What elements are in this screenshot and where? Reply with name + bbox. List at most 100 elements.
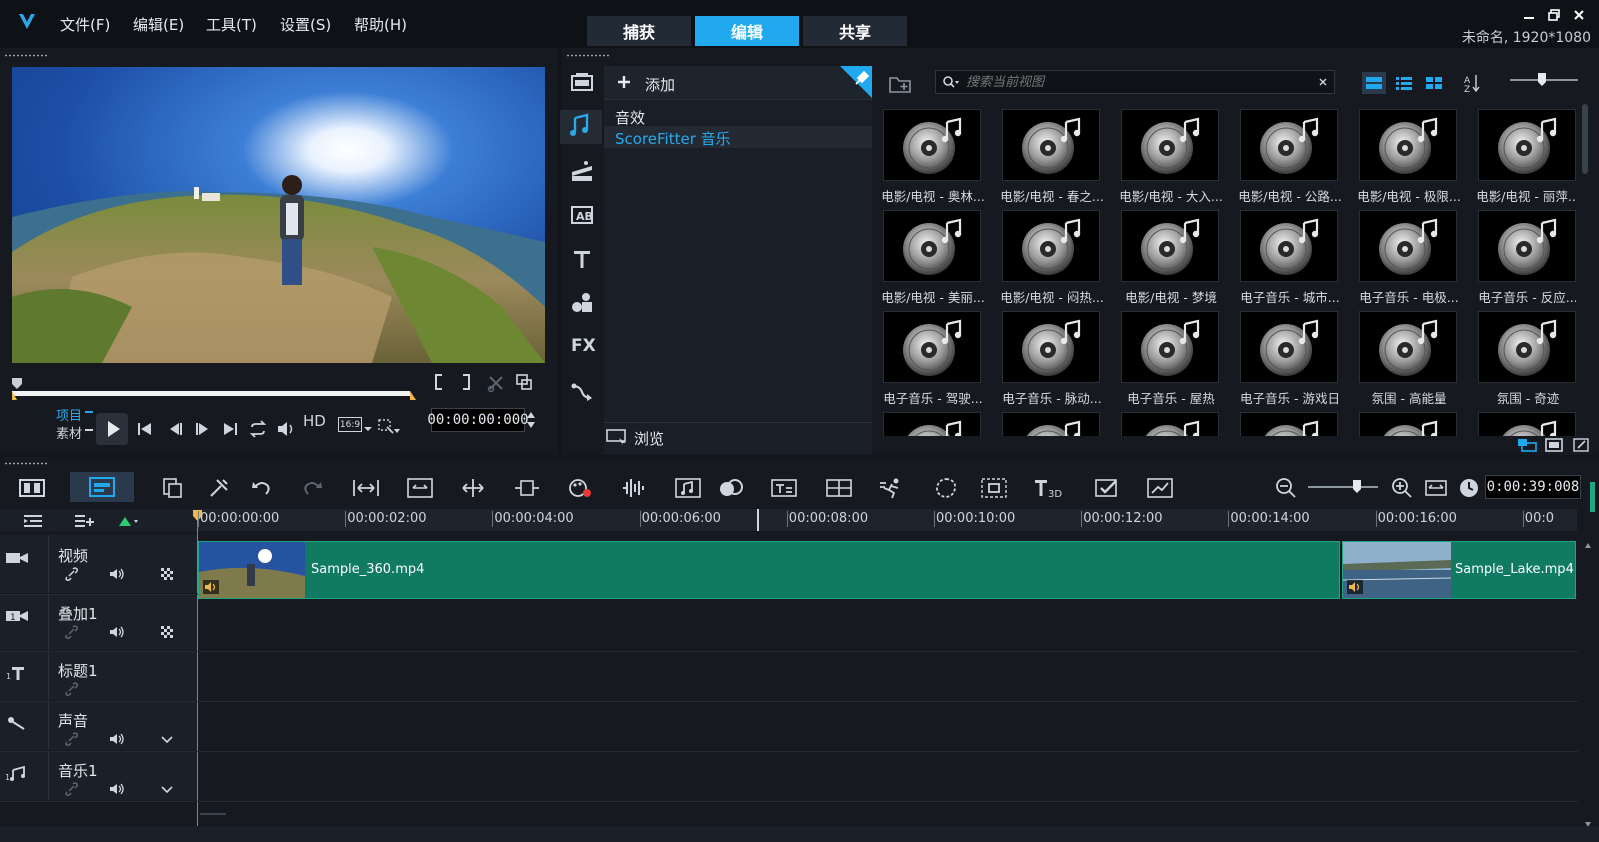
library-item[interactable]: 电子音乐 - 电极...	[1352, 207, 1466, 307]
library-item[interactable]: 电影/电视 - 美丽...	[876, 207, 990, 307]
undo-icon[interactable]	[250, 476, 274, 500]
path-icon[interactable]	[570, 380, 594, 402]
zoom-slider-thumb[interactable]	[1353, 480, 1361, 494]
graphics-icon[interactable]	[570, 292, 594, 314]
zoom-slider[interactable]	[1308, 486, 1378, 488]
project-mode-label[interactable]: 项目	[56, 405, 82, 424]
mask-icon[interactable]	[932, 476, 956, 500]
blend-icon[interactable]	[717, 476, 743, 500]
grid-view-icon[interactable]	[1422, 72, 1446, 94]
video-preview[interactable]	[12, 67, 545, 363]
library-item[interactable]	[1233, 409, 1347, 436]
minimize-icon[interactable]	[1522, 8, 1540, 24]
library-item[interactable]: 电影/电视 - 大入...	[1114, 106, 1228, 206]
library-item[interactable]	[1352, 409, 1466, 436]
timecode-display[interactable]: 00:00:00:000	[427, 408, 529, 432]
track-header[interactable]: 视频	[0, 535, 197, 593]
trim-icon[interactable]	[459, 476, 484, 500]
track-volume-icon[interactable]	[108, 782, 126, 796]
import-folder-icon[interactable]	[888, 74, 914, 94]
go-to-start-icon[interactable]	[136, 421, 154, 437]
track-row[interactable]: 1 音乐1	[0, 752, 1578, 802]
library-item[interactable]: 电子音乐 - 游戏日	[1233, 308, 1347, 408]
link-icon[interactable]	[64, 567, 80, 581]
title-icon[interactable]	[570, 248, 594, 270]
checker-grid-icon[interactable]	[160, 625, 174, 639]
view-thumbnail-button[interactable]	[1362, 72, 1386, 94]
video-editor-icon[interactable]	[1146, 476, 1173, 500]
library-item[interactable]: 电子音乐 - 屋热	[1114, 308, 1228, 408]
audio-library-tab[interactable]	[560, 110, 602, 144]
scrubber[interactable]	[12, 378, 417, 400]
edit-library-icon[interactable]	[1572, 437, 1590, 453]
library-item[interactable]: 电影/电视 - 闷热...	[995, 207, 1109, 307]
mark-in-icon[interactable]	[431, 373, 447, 391]
browse-icon[interactable]	[605, 428, 629, 446]
list-view-icon[interactable]	[1392, 72, 1416, 94]
pin-icon[interactable]	[840, 66, 872, 100]
fit-project-icon[interactable]	[1424, 476, 1448, 500]
video-clip[interactable]: Sample_360.mp4	[198, 541, 1340, 599]
browse-button[interactable]: 浏览	[634, 428, 664, 449]
library-mode-icon-1[interactable]	[1516, 437, 1538, 453]
tab-capture[interactable]: 捕获	[587, 16, 691, 46]
go-to-end-icon[interactable]	[221, 421, 239, 437]
link-icon[interactable]	[64, 682, 80, 696]
pan-zoom-icon[interactable]	[980, 476, 1007, 500]
link-icon[interactable]	[64, 732, 80, 746]
library-mode-icon-2[interactable]	[1544, 437, 1564, 453]
crop-icon[interactable]	[377, 417, 401, 435]
track-row[interactable]: 声音	[0, 702, 1578, 752]
chevron-down-icon[interactable]	[161, 786, 173, 794]
zoom-in-icon[interactable]	[1390, 476, 1414, 500]
record-capture-icon[interactable]	[567, 476, 591, 500]
track-row[interactable]: 1 标题1	[0, 652, 1578, 702]
volume-icon[interactable]	[276, 420, 296, 438]
track-volume-icon[interactable]	[108, 625, 126, 639]
track-header[interactable]: 1 标题1	[0, 652, 197, 700]
add-marker-icon[interactable]	[117, 514, 139, 528]
play-button[interactable]	[96, 413, 128, 445]
close-icon[interactable]	[1572, 8, 1590, 24]
timeline-scrollbar[interactable]	[1584, 540, 1592, 830]
library-scrollbar[interactable]	[1582, 104, 1588, 174]
library-item[interactable]: 电子音乐 - 驾驶...	[876, 308, 990, 408]
split-clip-icon[interactable]	[487, 374, 505, 392]
library-item[interactable]: 电影/电视 - 梦境	[1114, 207, 1228, 307]
menu-settings[interactable]: 设置(S)	[280, 14, 331, 35]
mark-out-icon[interactable]	[458, 373, 474, 391]
next-frame-icon[interactable]	[193, 421, 211, 437]
hd-toggle[interactable]: HD	[303, 412, 326, 430]
clip-mode-label[interactable]: 素材	[56, 423, 82, 442]
slider-thumb[interactable]	[1538, 73, 1546, 87]
video-clip[interactable]: Sample_Lake.mp4	[1342, 541, 1576, 599]
subtitle-icon[interactable]	[770, 476, 797, 500]
panel-grip[interactable]	[4, 54, 48, 57]
library-item[interactable]	[1471, 409, 1576, 436]
menu-help[interactable]: 帮助(H)	[354, 14, 407, 35]
library-item[interactable]: 电影/电视 - 春之...	[995, 106, 1109, 206]
repeat-icon[interactable]	[248, 420, 268, 438]
3d-title-icon[interactable]: 3D	[1033, 476, 1062, 500]
aspect-ratio-button[interactable]: 16:9	[338, 417, 362, 432]
search-box[interactable]	[935, 70, 1335, 94]
track-header[interactable]: 1 叠加1	[0, 595, 197, 650]
category-sound-effects[interactable]: 音效	[615, 107, 645, 128]
track-volume-icon[interactable]	[108, 732, 126, 746]
mask-creator-icon[interactable]	[1094, 476, 1118, 500]
library-item[interactable]: 电影/电视 - 极限...	[1352, 106, 1466, 206]
auto-music-icon[interactable]	[674, 476, 701, 500]
restore-icon[interactable]	[1547, 8, 1565, 24]
timeline-view-button[interactable]	[70, 472, 134, 502]
sort-icon[interactable]: AZ	[1462, 72, 1482, 94]
category-scorefitter[interactable]: ScoreFitter 音乐	[615, 128, 731, 149]
motion-tracking-icon[interactable]	[878, 476, 902, 500]
filter-fx-icon[interactable]: FX	[571, 336, 596, 356]
add-category-button[interactable]: 添加	[645, 74, 675, 95]
fit-clip-icon[interactable]	[406, 476, 433, 500]
library-item[interactable]: 氛围 - 高能量	[1352, 308, 1466, 408]
library-item[interactable]: 电影/电视 - 奥林...	[876, 106, 990, 206]
clock-icon[interactable]	[1457, 476, 1481, 500]
zoom-out-icon[interactable]	[1274, 476, 1298, 500]
library-item[interactable]: 电子音乐 - 脉动...	[995, 308, 1109, 408]
